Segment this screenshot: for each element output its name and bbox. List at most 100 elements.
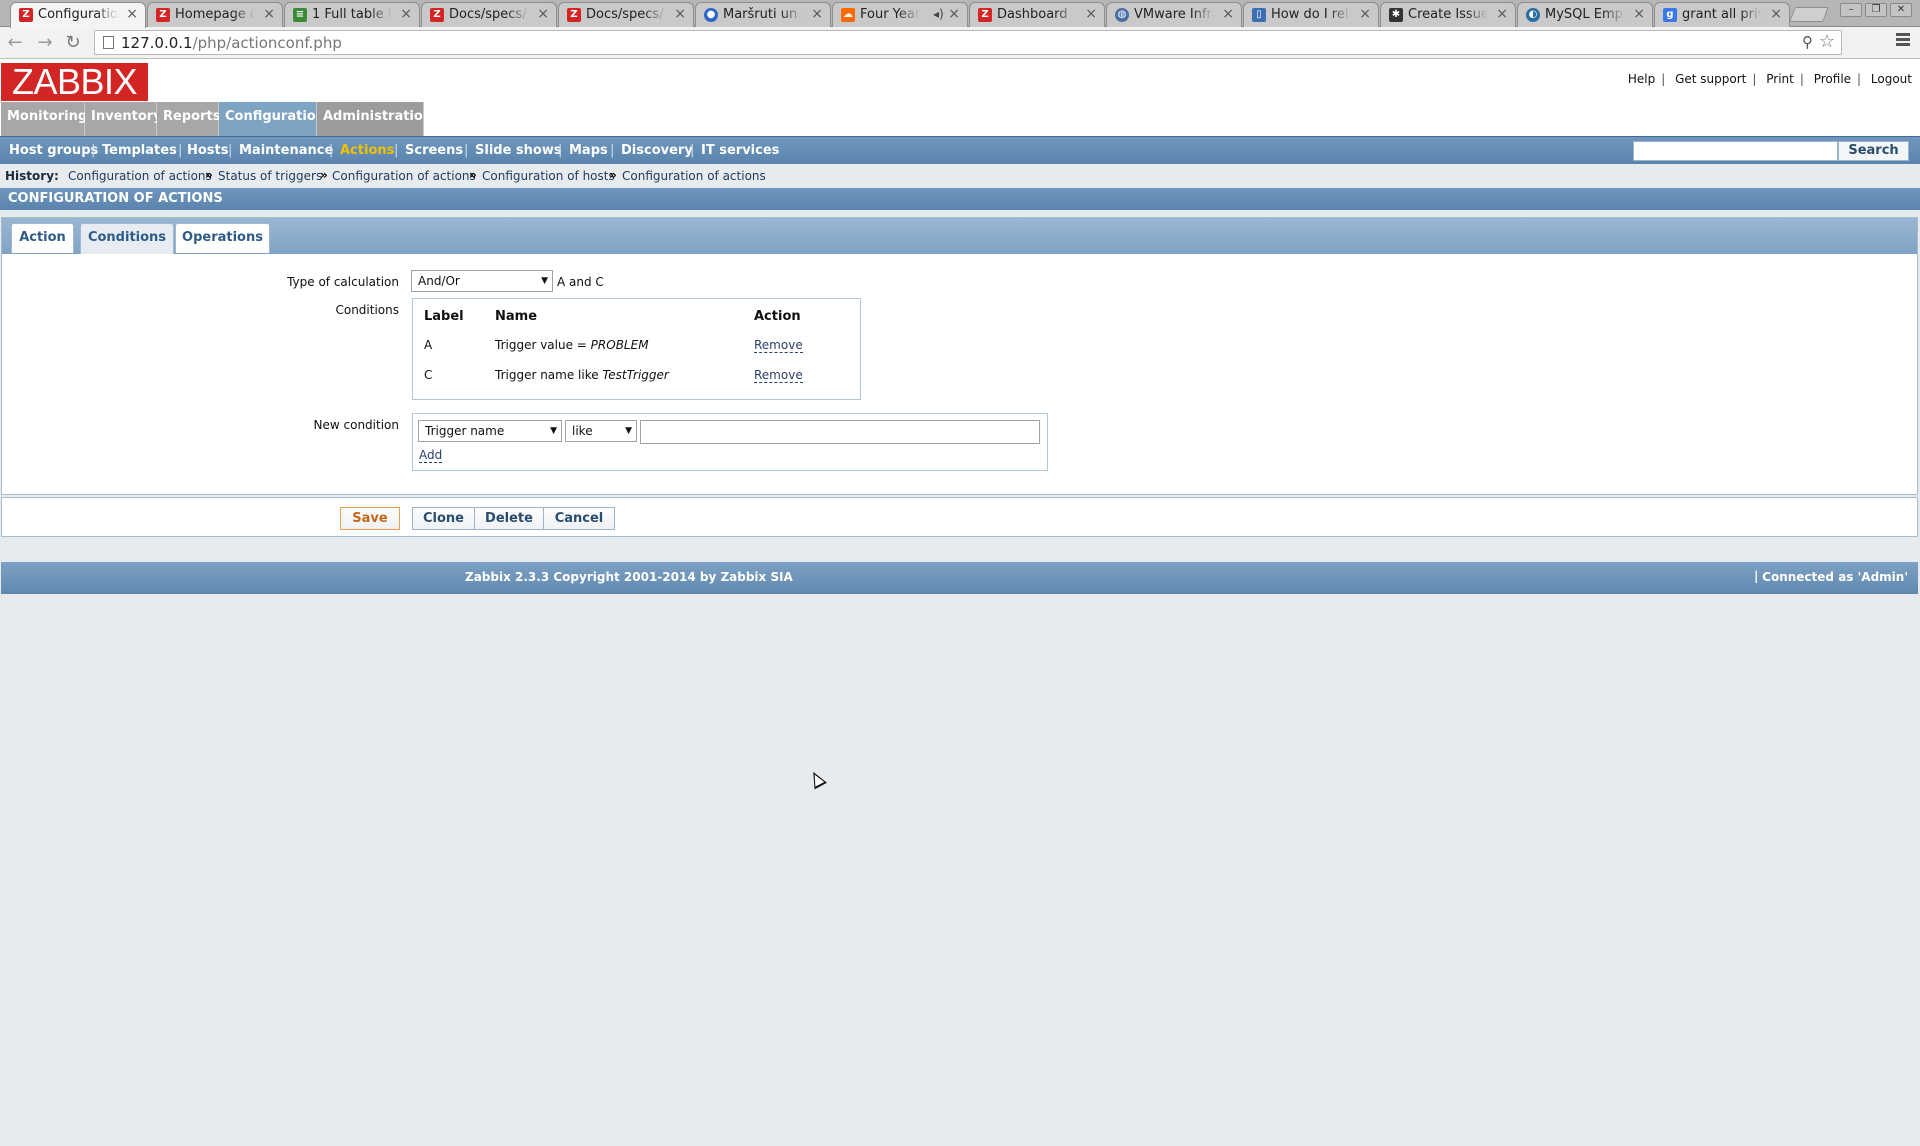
doc-favicon-icon: ▯ — [1252, 8, 1266, 22]
close-tab-icon[interactable]: × — [1359, 6, 1371, 22]
menu-reports[interactable]: Reports — [157, 102, 220, 136]
soundcloud-favicon-icon: ☁ — [841, 8, 855, 22]
submenu-actions[interactable]: Actions — [340, 143, 394, 158]
submenu-templates[interactable]: Templates — [102, 143, 177, 158]
tab-action[interactable]: Action — [11, 223, 74, 253]
submenu-maintenance[interactable]: Maintenance — [239, 143, 333, 158]
history-link[interactable]: Configuration of actions — [68, 169, 212, 183]
sheet-favicon-icon: ≡ — [293, 8, 307, 22]
zoom-icon[interactable]: ⚲ — [1802, 33, 1813, 51]
browser-tab-title: MySQL Empt — [1545, 7, 1625, 22]
get-support-link[interactable]: Get support — [1675, 72, 1746, 86]
close-tab-icon[interactable]: × — [1222, 6, 1234, 22]
address-bar[interactable]: 127.0.0.1/php/actionconf.php ⚲ ☆ — [94, 30, 1842, 55]
cancel-button[interactable]: Cancel — [543, 507, 615, 530]
browser-tab-title: Create Issue — [1408, 7, 1488, 22]
globe-favicon-icon: ◍ — [1115, 8, 1129, 22]
search-button[interactable]: Search — [1838, 141, 1909, 161]
menu-monitoring[interactable]: Monitoring — [1, 102, 87, 136]
save-button[interactable]: Save — [340, 507, 400, 530]
new-tab-button[interactable] — [1789, 7, 1829, 22]
submenu-maps[interactable]: Maps — [569, 143, 608, 158]
browser-tab[interactable]: ✱ Create Issue × — [1380, 2, 1516, 27]
browser-tab[interactable]: Z Configuration × — [10, 2, 146, 28]
restore-window-icon[interactable]: ❐ — [1865, 3, 1887, 17]
close-tab-icon[interactable]: × — [1496, 6, 1508, 22]
bookmark-star-icon[interactable]: ☆ — [1819, 31, 1835, 52]
print-link[interactable]: Print — [1766, 72, 1794, 86]
submenu-host-groups[interactable]: Host groups — [9, 143, 98, 158]
page-title: CONFIGURATION OF ACTIONS — [0, 188, 1920, 210]
submenu-hosts[interactable]: Hosts — [187, 143, 229, 158]
zabbix-header: ZABBIX Help | Get support | Print | Profile… — [0, 59, 1920, 102]
browser-tab[interactable]: ◐ MySQL Empt × — [1517, 2, 1653, 27]
new-condition-box: Trigger name ▼ like ▼ Add — [412, 413, 1048, 471]
menu-administration[interactable]: Administration — [317, 102, 432, 136]
browser-tab[interactable]: Z Homepage of × — [147, 2, 283, 27]
submenu-slide-shows[interactable]: Slide shows — [475, 143, 562, 158]
condition-operator-select[interactable]: like ▼ — [565, 420, 637, 442]
history-link[interactable]: Status of triggers — [218, 169, 322, 183]
browser-tab[interactable]: Z Dashboard × — [969, 2, 1105, 27]
condition-value-input[interactable] — [640, 420, 1040, 444]
column-header-label: Label — [424, 309, 464, 324]
browser-tab[interactable]: ● Maršruti un k × — [695, 2, 831, 27]
close-tab-icon[interactable]: × — [1770, 6, 1782, 22]
close-tab-icon[interactable]: × — [948, 6, 960, 22]
firefox-favicon-icon: ● — [704, 8, 718, 22]
footer-separator: | — [1754, 569, 1759, 583]
submenu-it-services[interactable]: IT services — [701, 143, 779, 158]
close-tab-icon[interactable]: × — [811, 6, 823, 22]
main-menu: Monitoring Inventory Reports Configurati… — [0, 102, 1920, 136]
browser-tab[interactable]: ▯ How do I reli × — [1243, 2, 1379, 27]
forward-arrow-icon[interactable]: → — [34, 32, 56, 54]
browser-tab[interactable]: ☁ Four Year ◂) × — [832, 2, 968, 27]
profile-link[interactable]: Profile — [1814, 72, 1851, 86]
remove-condition-link[interactable]: Remove — [754, 338, 803, 353]
help-link[interactable]: Help — [1628, 72, 1655, 86]
minimize-window-icon[interactable]: – — [1840, 3, 1862, 17]
browser-tab[interactable]: g grant all privi × — [1654, 2, 1790, 27]
close-tab-icon[interactable]: × — [400, 6, 412, 22]
browser-menu-icon[interactable] — [1896, 33, 1910, 48]
browser-tab[interactable]: ≡ 1 Full table li × — [284, 2, 420, 27]
browser-tab[interactable]: Z Docs/specs/ × — [558, 2, 694, 27]
zabbix-logo[interactable]: ZABBIX — [1, 63, 148, 101]
back-arrow-icon[interactable]: ← — [4, 32, 26, 54]
logout-link[interactable]: Logout — [1871, 72, 1912, 86]
close-tab-icon[interactable]: × — [674, 6, 686, 22]
menu-inventory[interactable]: Inventory — [85, 102, 162, 136]
audio-playing-icon[interactable]: ◂) — [933, 7, 944, 21]
history-link[interactable]: Configuration of actions — [622, 169, 766, 183]
calc-type-label: Type of calculation — [287, 275, 399, 289]
sub-menu: Host groups | Templates | Hosts | Mainte… — [0, 136, 1920, 164]
browser-tab[interactable]: ◍ VMware Infra × — [1106, 2, 1242, 27]
clone-button[interactable]: Clone — [412, 507, 475, 530]
submenu-screens[interactable]: Screens — [405, 143, 463, 158]
close-tab-icon[interactable]: × — [537, 6, 549, 22]
menu-configuration[interactable]: Configuration — [219, 102, 325, 136]
close-tab-icon[interactable]: × — [126, 6, 138, 22]
calc-formula: A and C — [557, 275, 604, 289]
browser-tab-title: grant all privi — [1682, 7, 1762, 22]
close-tab-icon[interactable]: × — [263, 6, 275, 22]
history-link[interactable]: Configuration of hosts — [482, 169, 615, 183]
tab-conditions[interactable]: Conditions — [80, 223, 174, 254]
reload-icon[interactable]: ↻ — [62, 32, 84, 54]
dropdown-arrow-icon: ▼ — [550, 426, 557, 436]
column-header-action: Action — [754, 309, 801, 324]
close-tab-icon[interactable]: × — [1085, 6, 1097, 22]
history-link[interactable]: Configuration of actions — [332, 169, 476, 183]
remove-condition-link[interactable]: Remove — [754, 368, 803, 383]
add-condition-link[interactable]: Add — [419, 448, 443, 463]
delete-button[interactable]: Delete — [474, 507, 544, 530]
search-input[interactable] — [1633, 141, 1838, 161]
browser-tab[interactable]: Z Docs/specs/ × — [421, 2, 557, 27]
close-tab-icon[interactable]: × — [1633, 6, 1645, 22]
condition-type-select[interactable]: Trigger name ▼ — [418, 420, 562, 442]
browser-tab-title: Configuration — [38, 7, 118, 22]
close-window-icon[interactable]: ✕ — [1890, 3, 1912, 17]
submenu-discovery[interactable]: Discovery — [621, 143, 693, 158]
calc-type-select[interactable]: And/Or ▼ — [411, 270, 553, 292]
tab-operations[interactable]: Operations — [175, 223, 270, 253]
